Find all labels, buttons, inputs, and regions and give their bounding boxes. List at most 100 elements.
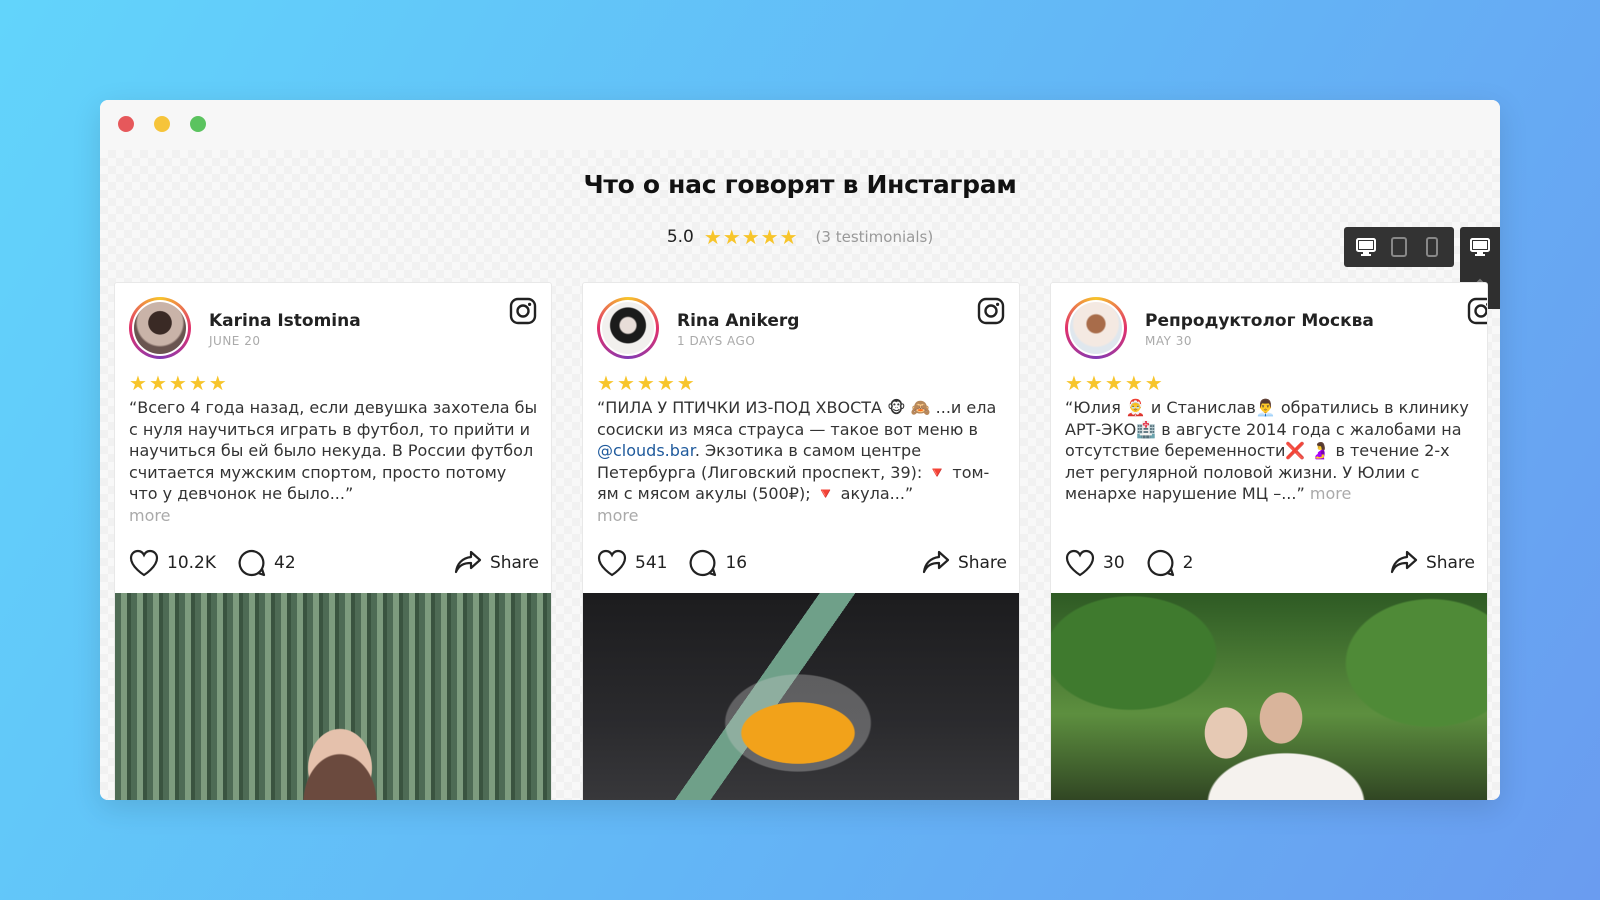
post-photo[interactable] <box>1051 593 1487 800</box>
comment-icon <box>1147 549 1174 577</box>
star-icon: ★ <box>129 371 147 395</box>
star-icon: ★ <box>722 225 741 249</box>
testimonial-card[interactable]: Karina Istomina JUNE 20 ★ ★ ★ ★ ★ “Всего… <box>114 282 552 800</box>
author-name[interactable]: Karina Istomina <box>209 311 361 331</box>
star-icon: ★ <box>636 371 655 395</box>
avatar[interactable] <box>597 297 659 359</box>
browser-window: Что о нас говорят в Инстаграм 5.0 ★ ★ ★ … <box>100 100 1500 800</box>
share-label: Share <box>489 553 539 573</box>
like-button[interactable]: 10.2K <box>129 549 216 577</box>
share-label: Share <box>957 553 1007 573</box>
read-more-link[interactable]: more <box>597 506 638 525</box>
star-icon: ★ <box>168 371 187 395</box>
star-icon: ★ <box>676 371 695 395</box>
heart-icon <box>597 549 627 577</box>
heart-icon <box>129 549 159 577</box>
like-count: 10.2K <box>167 553 216 573</box>
card-rating-stars: ★ ★ ★ ★ ★ <box>129 373 227 393</box>
post-date: MAY 30 <box>1145 334 1193 348</box>
instagram-icon[interactable] <box>509 297 537 325</box>
star-icon: ★ <box>1104 371 1123 395</box>
heart-icon <box>1065 549 1095 577</box>
like-button[interactable]: 30 <box>1065 549 1125 577</box>
desktop-icon <box>1470 238 1490 256</box>
like-count: 30 <box>1103 553 1125 573</box>
share-label: Share <box>1425 553 1475 573</box>
star-icon: ★ <box>597 371 615 395</box>
close-window-button[interactable] <box>118 116 134 132</box>
comment-count: 16 <box>725 553 748 573</box>
avatar[interactable] <box>129 297 191 359</box>
avatar-image <box>1070 302 1122 354</box>
mobile-view-button[interactable] <box>1420 235 1444 259</box>
avatar[interactable] <box>1065 297 1127 359</box>
testimonial-card[interactable]: Rina Anikerg 1 DAYS AGO ★ ★ ★ ★ ★ “ПИЛА … <box>582 282 1020 800</box>
like-count: 541 <box>635 553 668 573</box>
star-icon: ★ <box>703 225 722 249</box>
rating-stars: ★ ★ ★ ★ ★ <box>704 227 798 247</box>
share-icon <box>1390 550 1418 574</box>
comment-button[interactable]: 16 <box>689 549 747 577</box>
widget-preview: Что о нас говорят в Инстаграм 5.0 ★ ★ ★ … <box>100 150 1500 800</box>
share-icon <box>454 550 482 574</box>
desktop-icon <box>1356 238 1377 256</box>
share-icon <box>922 550 950 574</box>
testimonial-body: “Юлия 🤶 и Станислав👨‍💼 обратились в клин… <box>1065 398 1469 503</box>
testimonial-body: “Всего 4 года назад, если девушка захоте… <box>129 398 538 503</box>
post-actions: 30 2 Share <box>1065 546 1475 580</box>
star-icon: ★ <box>188 371 207 395</box>
overall-rating: 5.0 ★ ★ ★ ★ ★ (3 testimonials) <box>100 227 1500 247</box>
read-more-link[interactable]: more <box>129 506 170 525</box>
star-icon: ★ <box>760 225 779 249</box>
instagram-icon[interactable] <box>1467 297 1488 325</box>
post-photo[interactable] <box>583 593 1019 800</box>
comment-button[interactable]: 2 <box>1147 549 1194 577</box>
comment-count: 2 <box>1182 553 1194 573</box>
desktop-settings-button[interactable] <box>1460 227 1500 267</box>
minimize-window-button[interactable] <box>154 116 170 132</box>
comment-button[interactable]: 42 <box>238 549 296 577</box>
testimonial-body-start: “ПИЛА У ПТИЧКИ ИЗ-ПОД ХВОСТА 🐵 🙈 ...и ел… <box>597 398 997 439</box>
card-rating-stars: ★ ★ ★ ★ ★ <box>1065 373 1163 393</box>
star-icon: ★ <box>741 225 760 249</box>
star-icon: ★ <box>208 371 227 395</box>
post-actions: 541 16 Share <box>597 546 1007 580</box>
avatar-image <box>134 302 186 354</box>
tablet-view-button[interactable] <box>1387 235 1411 259</box>
post-date: JUNE 20 <box>209 334 261 348</box>
like-button[interactable]: 541 <box>597 549 667 577</box>
star-icon: ★ <box>779 225 798 249</box>
share-button[interactable]: Share <box>454 550 539 576</box>
comment-count: 42 <box>274 553 296 573</box>
comment-icon <box>689 549 717 577</box>
star-icon: ★ <box>1144 371 1163 395</box>
desktop-view-button[interactable] <box>1354 235 1378 259</box>
post-photo[interactable] <box>115 593 551 800</box>
star-icon: ★ <box>616 371 635 395</box>
card-rating-stars: ★ ★ ★ ★ ★ <box>597 373 695 393</box>
testimonial-card[interactable]: Репродуктолог Москва MAY 30 ★ ★ ★ ★ ★ “Ю… <box>1050 282 1488 800</box>
share-button[interactable]: Share <box>922 550 1007 576</box>
star-icon: ★ <box>1084 371 1103 395</box>
mention-link[interactable]: @clouds.bar <box>597 441 695 460</box>
rating-value: 5.0 <box>666 227 694 247</box>
post-actions: 10.2K 42 Share <box>129 546 539 580</box>
avatar-image <box>602 302 654 354</box>
read-more-link[interactable]: more <box>1310 484 1351 503</box>
star-icon: ★ <box>148 371 167 395</box>
widget-heading: Что о нас говорят в Инстаграм <box>583 170 1017 199</box>
zoom-window-button[interactable] <box>190 116 206 132</box>
tablet-icon <box>1390 237 1407 257</box>
author-name[interactable]: Репродуктолог Москва <box>1145 311 1374 331</box>
instagram-icon[interactable] <box>977 297 1005 325</box>
star-icon: ★ <box>1124 371 1143 395</box>
window-titlebar <box>100 100 1500 150</box>
author-name[interactable]: Rina Anikerg <box>677 311 799 331</box>
star-icon: ★ <box>1065 371 1083 395</box>
share-button[interactable]: Share <box>1390 550 1475 576</box>
star-icon: ★ <box>656 371 675 395</box>
testimonials-count: (3 testimonials) <box>815 228 934 246</box>
testimonial-text: “Юлия 🤶 и Станислав👨‍💼 обратились в клин… <box>1065 397 1475 505</box>
post-date: 1 DAYS AGO <box>677 334 756 348</box>
testimonial-text: “ПИЛА У ПТИЧКИ ИЗ-ПОД ХВОСТА 🐵 🙈 ...и ел… <box>597 397 1007 526</box>
